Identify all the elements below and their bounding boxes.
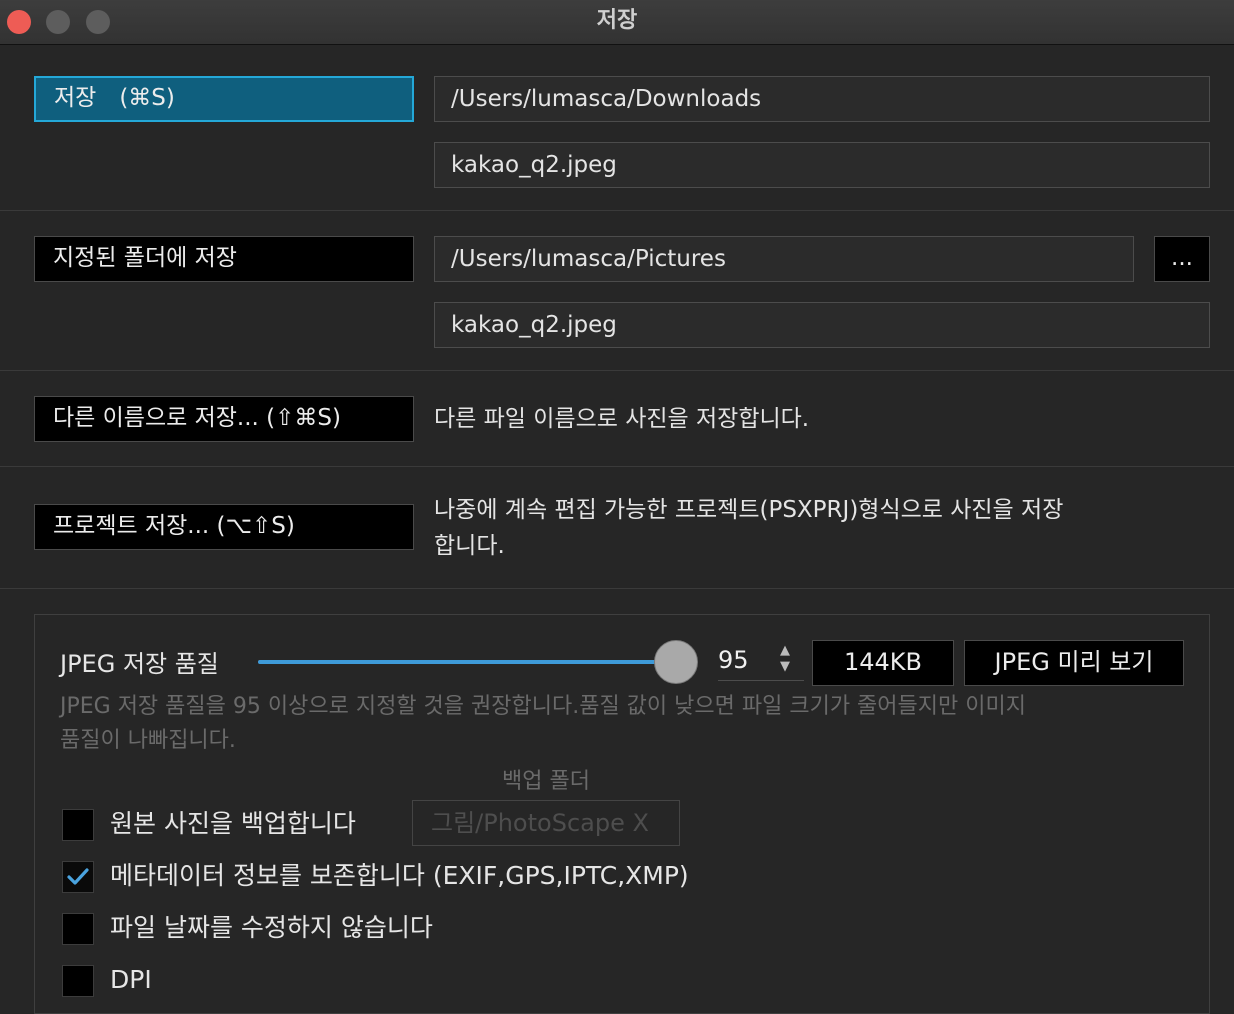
save-project-description-line2: 합니다. xyxy=(434,533,505,559)
preserve-metadata-label: 메타데이터 정보를 보존합니다 (EXIF,GPS,IPTC,XMP) xyxy=(110,861,689,890)
jpeg-preview-button[interactable]: JPEG 미리 보기 xyxy=(964,640,1184,686)
save-to-folder-button[interactable]: 지정된 폴더에 저장 xyxy=(34,236,414,282)
save-filename-field[interactable]: kakao_q2.jpeg xyxy=(434,142,1210,188)
save-as-description: 다른 파일 이름으로 사진을 저장합니다. xyxy=(434,406,810,432)
jpeg-quality-label: JPEG 저장 품질 xyxy=(60,650,219,678)
window-title: 저장 xyxy=(596,8,638,33)
title-bar: 저장 xyxy=(0,0,1234,45)
backup-original-label: 원본 사진을 백업합니다 xyxy=(110,809,356,838)
stepper-down-icon[interactable]: ▼ xyxy=(780,660,790,674)
save-as-button[interactable]: 다른 이름으로 저장... (⇧⌘S) xyxy=(34,396,414,442)
save-project-button[interactable]: 프로젝트 저장... (⌥⇧S) xyxy=(34,504,414,550)
folder-path-field[interactable]: /Users/lumasca/Pictures xyxy=(434,236,1134,282)
keep-file-date-label: 파일 날짜를 수정하지 않습니다 xyxy=(110,913,433,942)
preserve-metadata-checkbox[interactable] xyxy=(62,861,94,893)
checkmark-icon xyxy=(67,868,89,885)
backup-folder-label: 백업 폴더 xyxy=(502,769,590,794)
backup-original-checkbox[interactable] xyxy=(62,809,94,841)
jpeg-hint-line2: 품질이 나빠집니다. xyxy=(60,728,236,753)
dpi-checkbox[interactable] xyxy=(62,965,94,997)
quality-stepper[interactable]: 95 ▲ ▼ xyxy=(718,642,804,681)
jpeg-hint-line1: JPEG 저장 품질을 95 이상으로 지정할 것을 권장합니다.품질 값이 낮… xyxy=(60,694,1026,719)
dpi-label: DPI xyxy=(110,965,152,994)
folder-filename-field[interactable]: kakao_q2.jpeg xyxy=(434,302,1210,348)
save-path-field[interactable]: /Users/lumasca/Downloads xyxy=(434,76,1210,122)
quality-value[interactable]: 95 xyxy=(718,644,749,676)
save-project-description-line1: 나중에 계속 편집 가능한 프로젝트(PSXPRJ)형식으로 사진을 저장 xyxy=(434,497,1064,523)
divider xyxy=(0,210,1234,211)
stepper-up-icon[interactable]: ▲ xyxy=(780,644,790,658)
slider-knob[interactable] xyxy=(654,640,698,684)
keep-file-date-checkbox[interactable] xyxy=(62,913,94,945)
browse-folder-button[interactable]: ... xyxy=(1154,236,1210,282)
save-button[interactable]: 저장 (⌘S) xyxy=(34,76,414,122)
divider xyxy=(0,466,1234,467)
divider xyxy=(0,370,1234,371)
divider xyxy=(0,588,1234,589)
jpeg-quality-slider[interactable] xyxy=(258,640,698,684)
backup-folder-field: 그림/PhotoScape X xyxy=(412,800,680,846)
slider-fill xyxy=(258,660,676,664)
file-size-display: 144KB xyxy=(812,640,954,686)
